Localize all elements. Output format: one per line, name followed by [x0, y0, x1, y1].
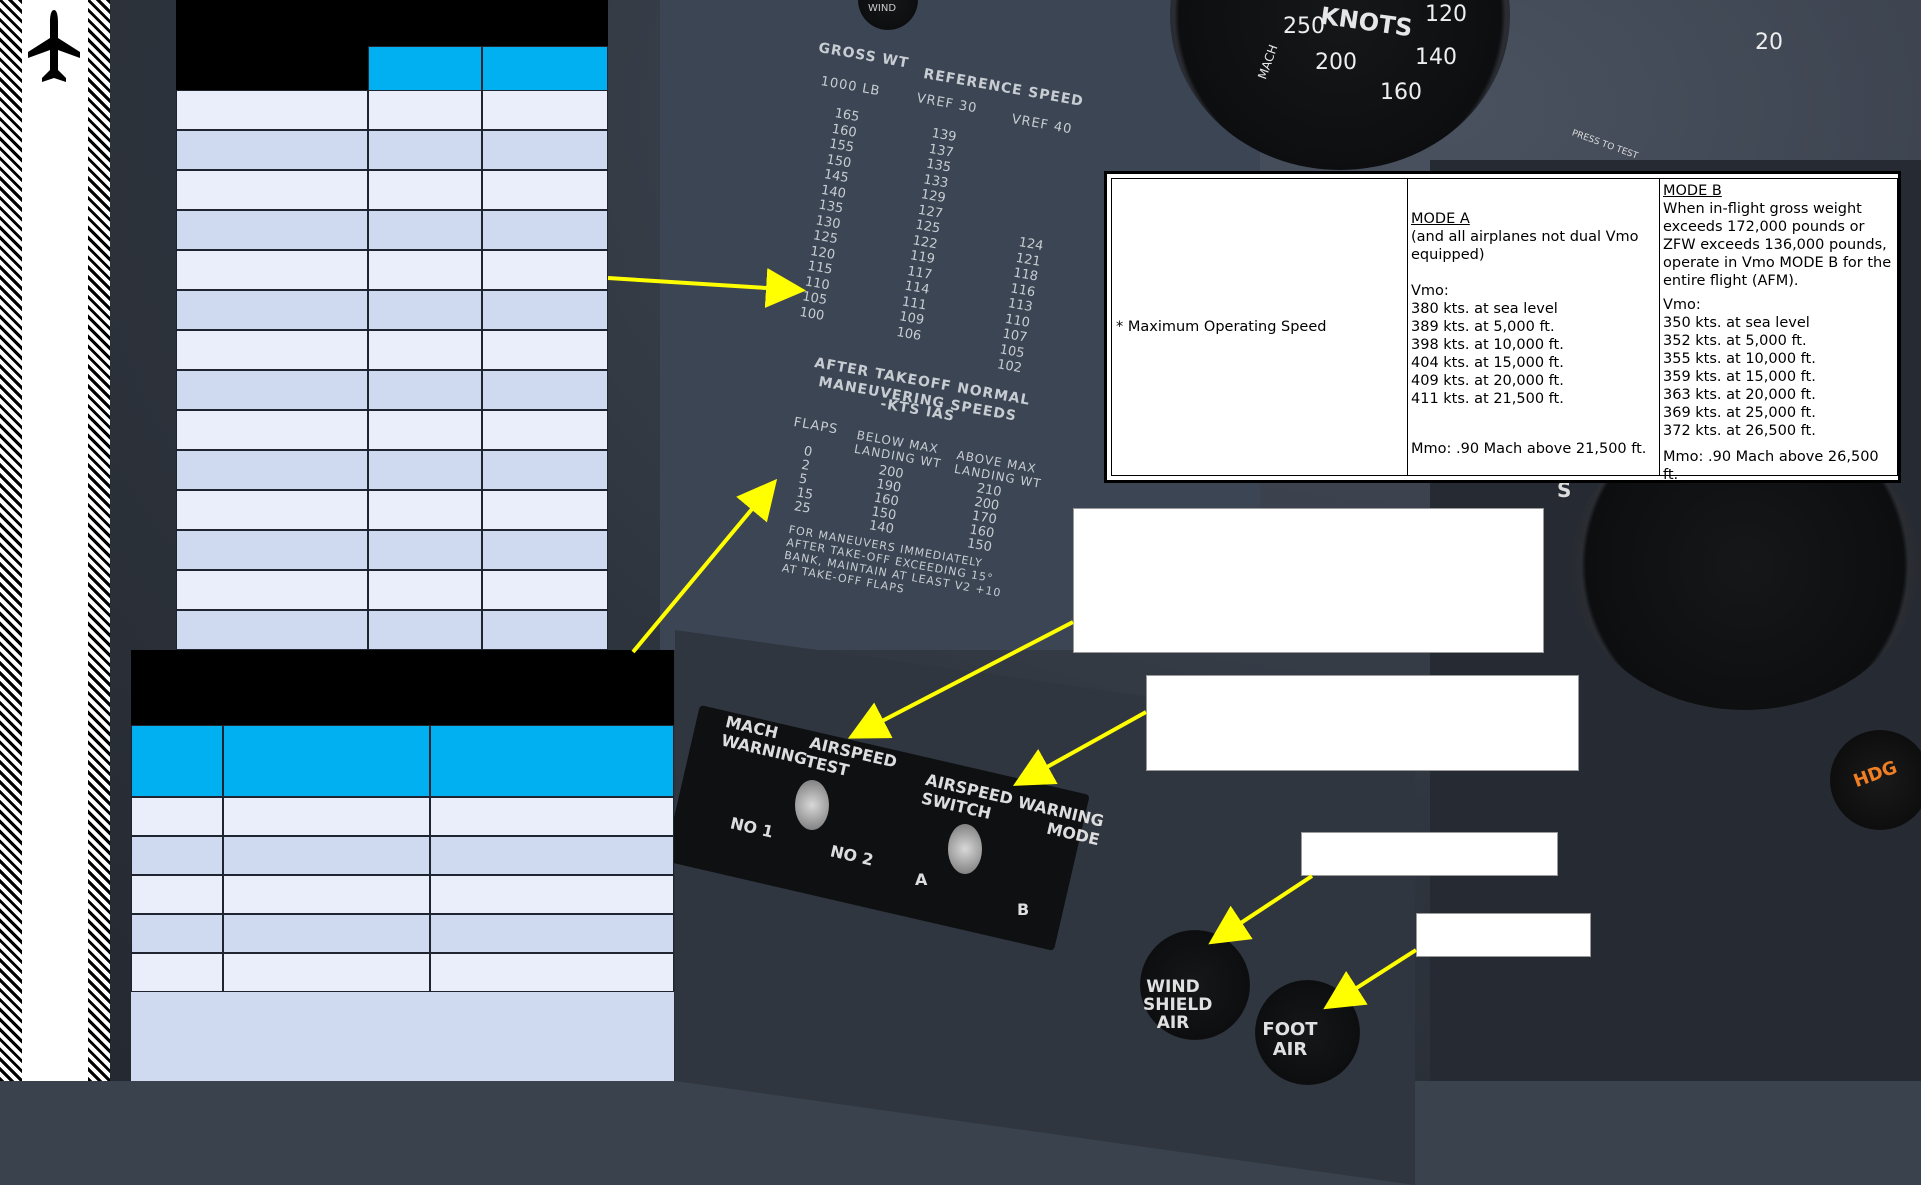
callout-arrows [607, 268, 1418, 1010]
arrow-to-vref [607, 268, 806, 308]
arrow-to-maneuvering [631, 478, 778, 654]
arrow-to-windshield-air [1208, 874, 1314, 945]
arrow-to-foot-air [1323, 948, 1418, 1010]
arrow-to-airspeed-test [847, 620, 1074, 739]
arrow-to-warning-mode [1013, 710, 1147, 786]
